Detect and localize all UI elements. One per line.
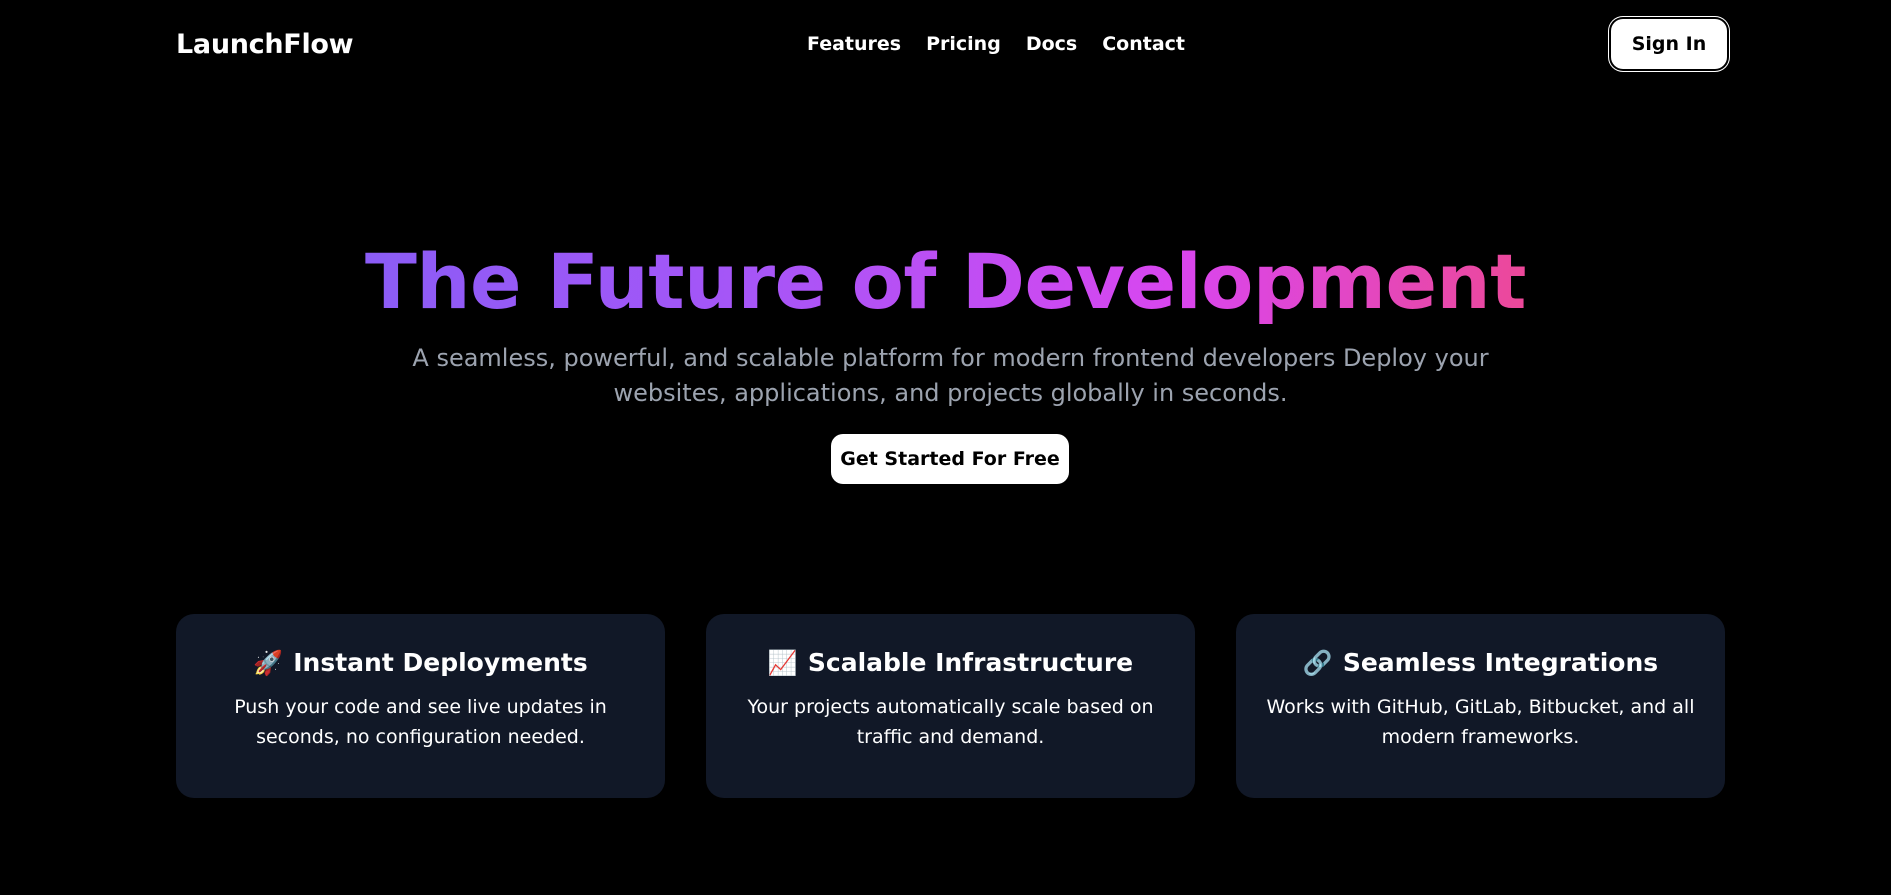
feature-card-description: Push your code and see live updates in s… (234, 696, 607, 748)
feature-card-title: 🚀 Instant Deployments (176, 646, 665, 680)
feature-card-scalable-infrastructure: 📈 Scalable Infrastructure Your projects … (706, 614, 1195, 798)
feature-cards: 🚀 Instant Deployments Push your code and… (176, 614, 1726, 798)
hero-subtitle: A seamless, powerful, and scalable platf… (412, 344, 1489, 407)
top-navbar: LaunchFlow Features Pricing Docs Contact… (176, 17, 1727, 71)
nav-link-docs[interactable]: Docs (1026, 33, 1077, 55)
nav-link-pricing[interactable]: Pricing (926, 33, 1001, 55)
feature-title-text: Instant Deployments (293, 648, 588, 677)
get-started-button[interactable]: Get Started For Free (831, 434, 1069, 484)
feature-card-description: Works with GitHub, GitLab, Bitbucket, an… (1266, 696, 1695, 748)
chart-increasing-icon: 📈 (767, 649, 798, 677)
rocket-icon: 🚀 (253, 649, 284, 677)
link-icon: 🔗 (1302, 649, 1333, 677)
sign-in-button[interactable]: Sign In (1611, 19, 1727, 69)
brand-logo[interactable]: LaunchFlow (176, 29, 354, 60)
feature-card-title: 📈 Scalable Infrastructure (706, 646, 1195, 680)
hero-title-text: The Future of Development (365, 237, 1526, 326)
landing-page: LaunchFlow Features Pricing Docs Contact… (0, 0, 1891, 895)
feature-title-text: Seamless Integrations (1342, 648, 1659, 677)
feature-card-seamless-integrations: 🔗 Seamless Integrations Works with GitHu… (1236, 614, 1725, 798)
feature-card-description: Your projects automatically scale based … (747, 696, 1154, 748)
nav-links: Features Pricing Docs Contact (807, 17, 1185, 71)
hero-title: The Future of Development (0, 236, 1891, 328)
nav-link-features[interactable]: Features (807, 33, 901, 55)
feature-title-text: Scalable Infrastructure (807, 648, 1134, 677)
feature-card-instant-deployments: 🚀 Instant Deployments Push your code and… (176, 614, 665, 798)
feature-card-title: 🔗 Seamless Integrations (1236, 646, 1725, 680)
nav-link-contact[interactable]: Contact (1102, 33, 1185, 55)
